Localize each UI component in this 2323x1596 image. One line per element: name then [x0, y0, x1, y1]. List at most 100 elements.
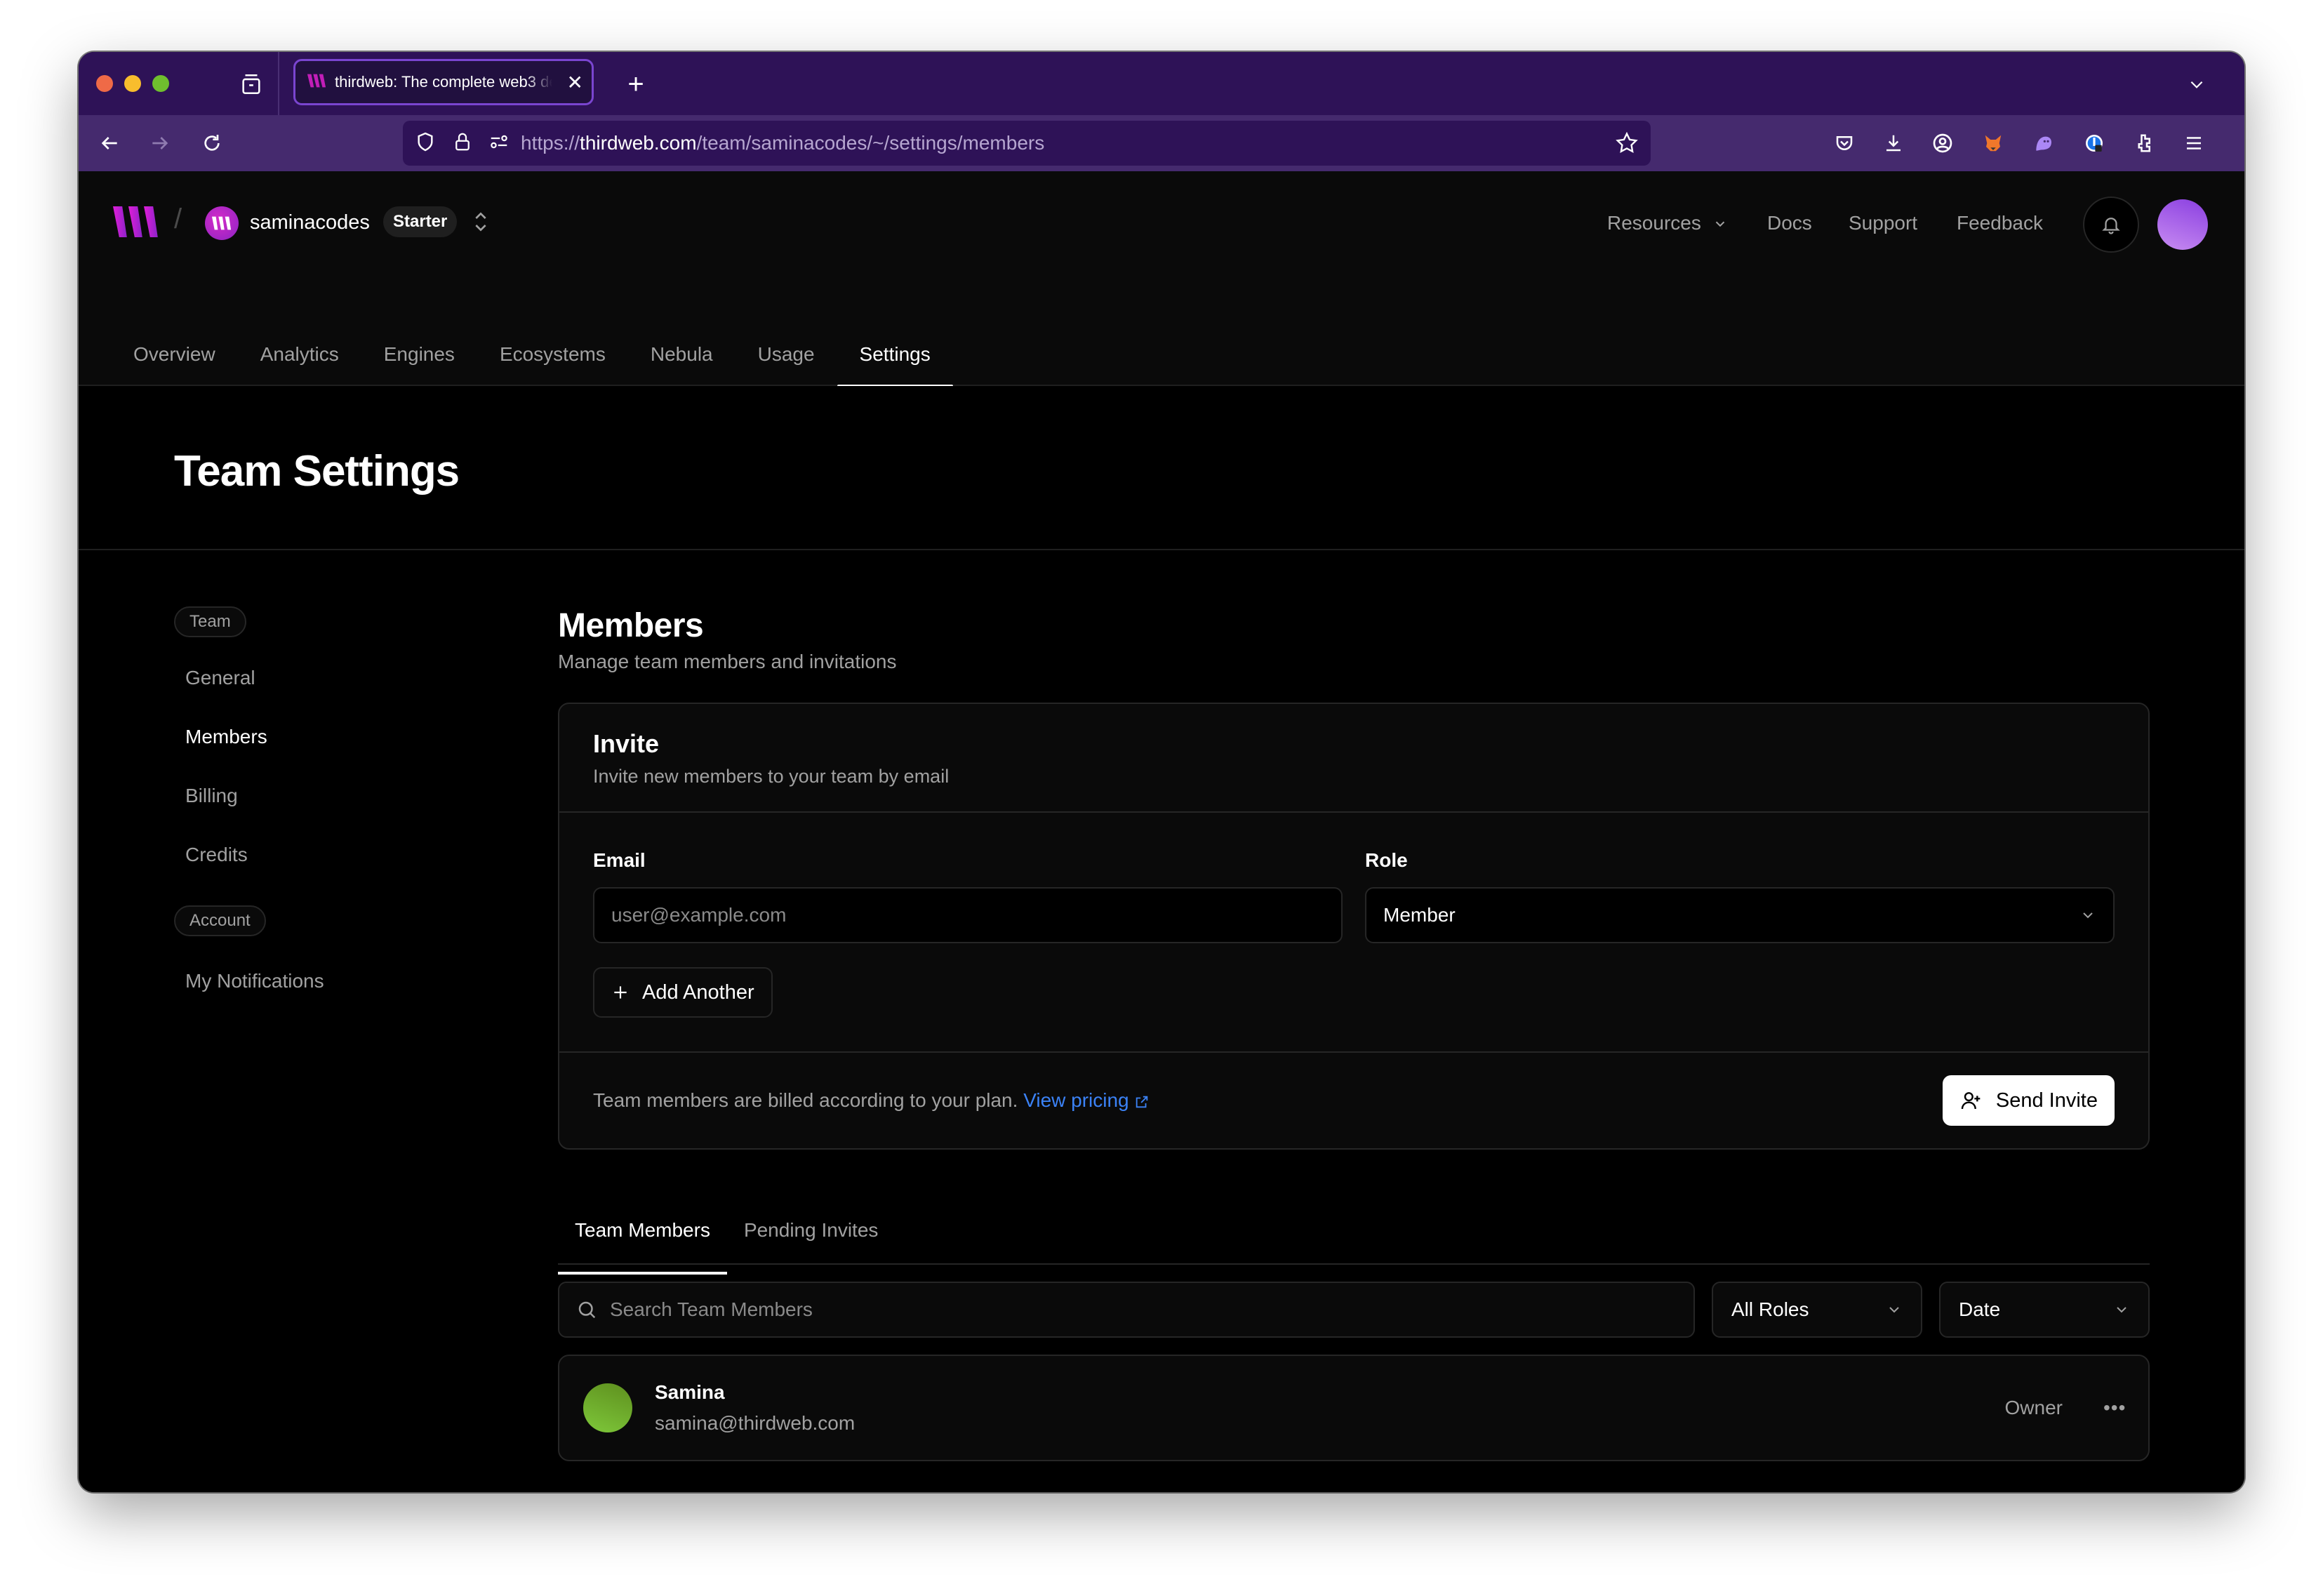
team-nav-tabs: Overview Analytics Engines Ecosystems Ne… [111, 340, 953, 387]
back-button[interactable] [95, 129, 124, 157]
add-another-button[interactable]: Add Another [593, 967, 773, 1018]
maximize-window-button[interactable] [152, 75, 169, 92]
invite-subtitle: Invite new members to your team by email [593, 766, 950, 787]
tab-overview[interactable]: Overview [111, 340, 238, 386]
browser-tab-active[interactable]: thirdweb: The complete web3 development … [293, 59, 594, 105]
reload-button[interactable] [198, 129, 226, 157]
forward-button[interactable] [146, 129, 174, 157]
tab-close-icon[interactable]: ✕ [567, 71, 583, 94]
search-placeholder: Search Team Members [610, 1298, 813, 1320]
role-value: Member [1383, 904, 1456, 926]
account-icon[interactable] [1929, 129, 1957, 157]
chevron-down-icon [2083, 912, 2093, 919]
team-name[interactable]: saminacodes [250, 211, 370, 234]
add-another-label: Add Another [642, 980, 754, 1004]
tab-groups-icon[interactable] [237, 70, 265, 98]
view-pricing-link[interactable]: View pricing [1023, 1089, 1150, 1111]
tracking-shield-icon[interactable] [414, 131, 437, 157]
notifications-button[interactable] [2083, 197, 2139, 253]
external-link-icon [1136, 1096, 1148, 1108]
support-link[interactable]: Support [1849, 212, 1917, 234]
address-bar[interactable]: https://thirdweb.com/team/saminacodes/~/… [403, 121, 1651, 166]
invite-form: Email user@example.com Role Member Add A… [559, 813, 2148, 1053]
url-text[interactable]: https://thirdweb.com/team/saminacodes/~/… [521, 132, 1044, 154]
close-window-button[interactable] [96, 75, 113, 92]
role-label: Role [1365, 849, 1408, 871]
bookmark-star-icon[interactable] [1614, 131, 1639, 159]
team-switcher-icon[interactable] [470, 208, 491, 239]
role-filter-select[interactable]: All Roles [1712, 1282, 1922, 1338]
metamask-icon[interactable] [1979, 129, 2007, 157]
chevron-down-icon [2117, 1307, 2126, 1313]
resources-link[interactable]: Resources [1607, 212, 1701, 234]
1password-icon[interactable] [2080, 129, 2108, 157]
sort-value: Date [1959, 1298, 2001, 1320]
tab-nebula[interactable]: Nebula [628, 340, 735, 386]
browser-tab-bar: thirdweb: The complete web3 development … [79, 52, 2244, 115]
tab-divider [278, 52, 279, 115]
bell-icon [2102, 218, 2120, 234]
list-tabs-chevron-icon[interactable] [2184, 72, 2209, 97]
user-plus-icon [1961, 1092, 1981, 1110]
browser-window: thirdweb: The complete web3 development … [79, 52, 2244, 1492]
sidebar-item-billing[interactable]: Billing [174, 766, 469, 825]
sort-select[interactable]: Date [1939, 1282, 2150, 1338]
billing-note: Team members are billed according to you… [593, 1089, 1150, 1112]
url-path: /team/saminacodes/~/settings/members [696, 132, 1045, 154]
url-host: thirdweb.com [580, 132, 697, 154]
sidebar-item-my-notifications[interactable]: My Notifications [174, 952, 469, 1011]
plus-icon [614, 986, 627, 999]
send-invite-button[interactable]: Send Invite [1942, 1075, 2115, 1126]
thirdweb-favicon-icon [307, 73, 326, 92]
settings-sidebar: Team General Members Billing Credits Acc… [174, 606, 469, 1011]
top-nav: / saminacodes Starter Resources Docs Sup… [79, 171, 2244, 262]
invite-title: Invite [593, 729, 660, 758]
menu-icon[interactable] [2180, 129, 2208, 157]
sidebar-group-account: Account [174, 905, 266, 936]
sidebar-item-general[interactable]: General [174, 649, 469, 707]
tab-pending-invites[interactable]: Pending Invites [727, 1207, 895, 1263]
docs-link[interactable]: Docs [1767, 212, 1812, 234]
user-avatar[interactable] [2157, 199, 2208, 250]
tab-settings[interactable]: Settings [837, 340, 953, 387]
lock-icon[interactable] [452, 131, 473, 157]
page-content: / saminacodes Starter Resources Docs Sup… [79, 171, 2244, 1492]
tab-ecosystems[interactable]: Ecosystems [477, 340, 628, 386]
new-tab-button[interactable]: + [620, 69, 651, 100]
team-avatar[interactable] [205, 206, 239, 240]
feedback-link[interactable]: Feedback [1957, 212, 2043, 234]
section-title: Members [558, 607, 704, 644]
send-invite-label: Send Invite [1995, 1089, 2098, 1112]
member-info: Samina samina@thirdweb.com [655, 1381, 2005, 1435]
sidebar-item-credits[interactable]: Credits [174, 825, 469, 884]
role-select[interactable]: Member [1365, 887, 2115, 943]
chevron-down-icon [1712, 216, 1728, 235]
tab-analytics[interactable]: Analytics [238, 340, 361, 386]
member-email: samina@thirdweb.com [655, 1412, 856, 1434]
permissions-icon[interactable] [488, 131, 510, 156]
members-section: Members Manage team members and invitati… [558, 606, 2150, 1461]
browser-toolbar: https://thirdweb.com/team/saminacodes/~/… [79, 115, 2244, 171]
invite-card: Invite Invite new members to your team b… [558, 703, 2150, 1150]
minimize-window-button[interactable] [124, 75, 141, 92]
thirdweb-logo-icon[interactable] [112, 206, 160, 241]
extensions-icon[interactable] [2129, 129, 2157, 157]
member-name: Samina [655, 1381, 725, 1403]
url-scheme: https:// [521, 132, 580, 154]
role-filter-value: All Roles [1731, 1298, 1809, 1320]
pocket-icon[interactable] [1830, 129, 1858, 157]
member-avatar [583, 1383, 632, 1432]
tab-usage[interactable]: Usage [735, 340, 837, 386]
phantom-icon[interactable] [2030, 129, 2058, 157]
more-options-icon[interactable]: ••• [2103, 1397, 2125, 1419]
tab-engines[interactable]: Engines [361, 340, 477, 386]
email-field[interactable]: user@example.com [593, 887, 1343, 943]
tab-team-members[interactable]: Team Members [558, 1207, 727, 1275]
view-pricing-label: View pricing [1023, 1089, 1129, 1111]
section-subtitle: Manage team members and invitations [558, 651, 897, 672]
member-role: Owner [2004, 1397, 2063, 1418]
sidebar-item-members[interactable]: Members [174, 707, 469, 766]
chevron-down-icon [1889, 1307, 1899, 1313]
search-input[interactable]: Search Team Members [558, 1282, 1695, 1338]
download-icon[interactable] [1879, 129, 1908, 157]
